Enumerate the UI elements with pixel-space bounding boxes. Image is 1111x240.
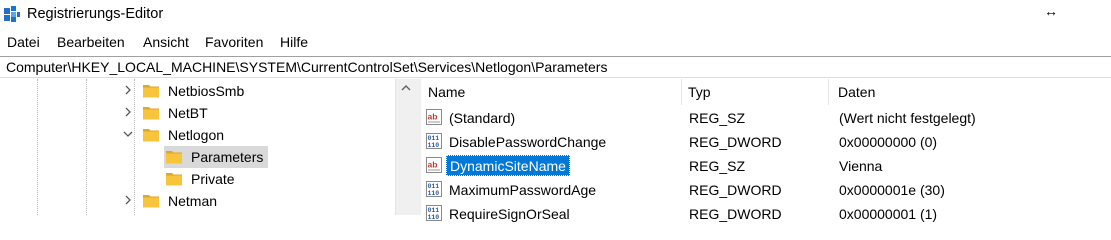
column-header-name[interactable]: Name xyxy=(428,84,465,100)
svg-text:011: 011 xyxy=(428,183,440,190)
tree-item-label: NetBT xyxy=(168,105,208,121)
chevron-right-icon[interactable] xyxy=(121,104,135,120)
value-data: 0x00000001 (1) xyxy=(839,206,938,222)
title-bar[interactable]: Registrierungs-Editor ↔ xyxy=(0,0,1111,30)
key-tree[interactable]: NetbiosSmb NetBT Netlogon Parameters Pri… xyxy=(0,79,415,215)
folder-icon xyxy=(143,107,159,120)
menu-bar: Datei Bearbeiten Ansicht Favoriten Hilfe xyxy=(0,31,1111,53)
column-header-data[interactable]: Daten xyxy=(838,84,875,100)
string-value-icon: ab xyxy=(426,157,442,173)
tree-item-netlogon[interactable]: Netlogon xyxy=(0,124,395,146)
value-type: REG_SZ xyxy=(689,110,746,126)
chevron-down-icon[interactable] xyxy=(121,126,135,142)
tree-item-parameters[interactable]: Parameters xyxy=(0,146,395,168)
scroll-up-icon[interactable] xyxy=(400,83,412,93)
tree-item-label: Private xyxy=(191,171,235,187)
tree-item-netman[interactable]: Netman xyxy=(0,190,395,212)
string-value-icon: ab xyxy=(426,109,442,125)
window-title: Registrierungs-Editor xyxy=(27,6,164,22)
value-name: DynamicSiteName xyxy=(446,155,570,176)
chevron-right-icon[interactable] xyxy=(121,192,135,208)
tree-item-netbt[interactable]: NetBT xyxy=(0,102,395,124)
value-row[interactable]: ab (Standard) REG_SZ (Wert nicht festgel… xyxy=(421,106,1111,130)
column-divider[interactable] xyxy=(681,79,682,105)
value-list[interactable]: Name Typ Daten ab (Standard) REG_SZ (Wer… xyxy=(421,79,1111,222)
value-row-selected[interactable]: ab DynamicSiteName REG_SZ Vienna xyxy=(421,154,1111,178)
tree-item-label: Parameters xyxy=(191,149,264,165)
binary-value-icon: 011 110 xyxy=(426,133,442,149)
value-data: (Wert nicht festgelegt) xyxy=(839,110,976,126)
menu-edit[interactable]: Bearbeiten xyxy=(57,34,125,50)
value-row[interactable]: 011 110 RequireSignOrSeal REG_DWORD 0x00… xyxy=(421,202,1111,226)
svg-text:ab: ab xyxy=(428,112,438,122)
value-data: Vienna xyxy=(839,158,883,174)
menu-help[interactable]: Hilfe xyxy=(280,34,308,50)
folder-icon xyxy=(143,129,159,142)
tree-item-netbiossmb[interactable]: NetbiosSmb xyxy=(0,80,395,102)
menu-file[interactable]: Datei xyxy=(7,34,40,50)
menu-favorites[interactable]: Favoriten xyxy=(205,34,263,50)
column-header-type[interactable]: Typ xyxy=(688,84,711,100)
value-type: REG_DWORD xyxy=(689,134,782,150)
svg-text:110: 110 xyxy=(428,214,440,221)
binary-value-icon: 011 110 xyxy=(426,181,442,197)
svg-text:ab: ab xyxy=(428,160,438,170)
value-row[interactable]: 011 110 DisablePasswordChange REG_DWORD … xyxy=(421,130,1111,154)
value-name: DisablePasswordChange xyxy=(449,134,607,150)
folder-icon xyxy=(143,195,159,208)
folder-icon xyxy=(166,173,182,186)
regedit-icon xyxy=(4,6,20,22)
tree-item-label: NetbiosSmb xyxy=(168,83,245,99)
svg-text:011: 011 xyxy=(428,135,440,142)
svg-text:110: 110 xyxy=(428,142,440,149)
list-header: Name Typ Daten xyxy=(421,79,1111,105)
binary-value-icon: 011 110 xyxy=(426,205,442,221)
value-data: 0x00000000 (0) xyxy=(839,134,938,150)
folder-icon xyxy=(143,85,159,98)
folder-icon xyxy=(166,151,182,164)
tree-item-private[interactable]: Private xyxy=(0,168,395,190)
tree-item-label: Netlogon xyxy=(168,127,225,143)
svg-text:011: 011 xyxy=(428,207,440,214)
address-path[interactable]: Computer\HKEY_LOCAL_MACHINE\SYSTEM\Curre… xyxy=(6,59,607,75)
value-data: 0x0000001e (30) xyxy=(839,182,945,198)
resize-cursor-icon: ↔ xyxy=(1044,3,1058,19)
value-name: (Standard) xyxy=(449,110,516,126)
address-bar[interactable]: Computer\HKEY_LOCAL_MACHINE\SYSTEM\Curre… xyxy=(0,56,1111,78)
tree-scrollbar[interactable] xyxy=(395,79,415,215)
menu-view[interactable]: Ansicht xyxy=(143,34,189,50)
value-name: RequireSignOrSeal xyxy=(449,206,570,222)
tree-item-label: Netman xyxy=(168,193,218,209)
column-divider[interactable] xyxy=(828,79,829,105)
chevron-right-icon[interactable] xyxy=(121,82,135,98)
value-type: REG_DWORD xyxy=(689,182,782,198)
value-name: MaximumPasswordAge xyxy=(449,182,597,198)
svg-text:110: 110 xyxy=(428,190,440,197)
value-type: REG_SZ xyxy=(689,158,746,174)
value-row[interactable]: 011 110 MaximumPasswordAge REG_DWORD 0x0… xyxy=(421,178,1111,202)
value-type: REG_DWORD xyxy=(689,206,782,222)
